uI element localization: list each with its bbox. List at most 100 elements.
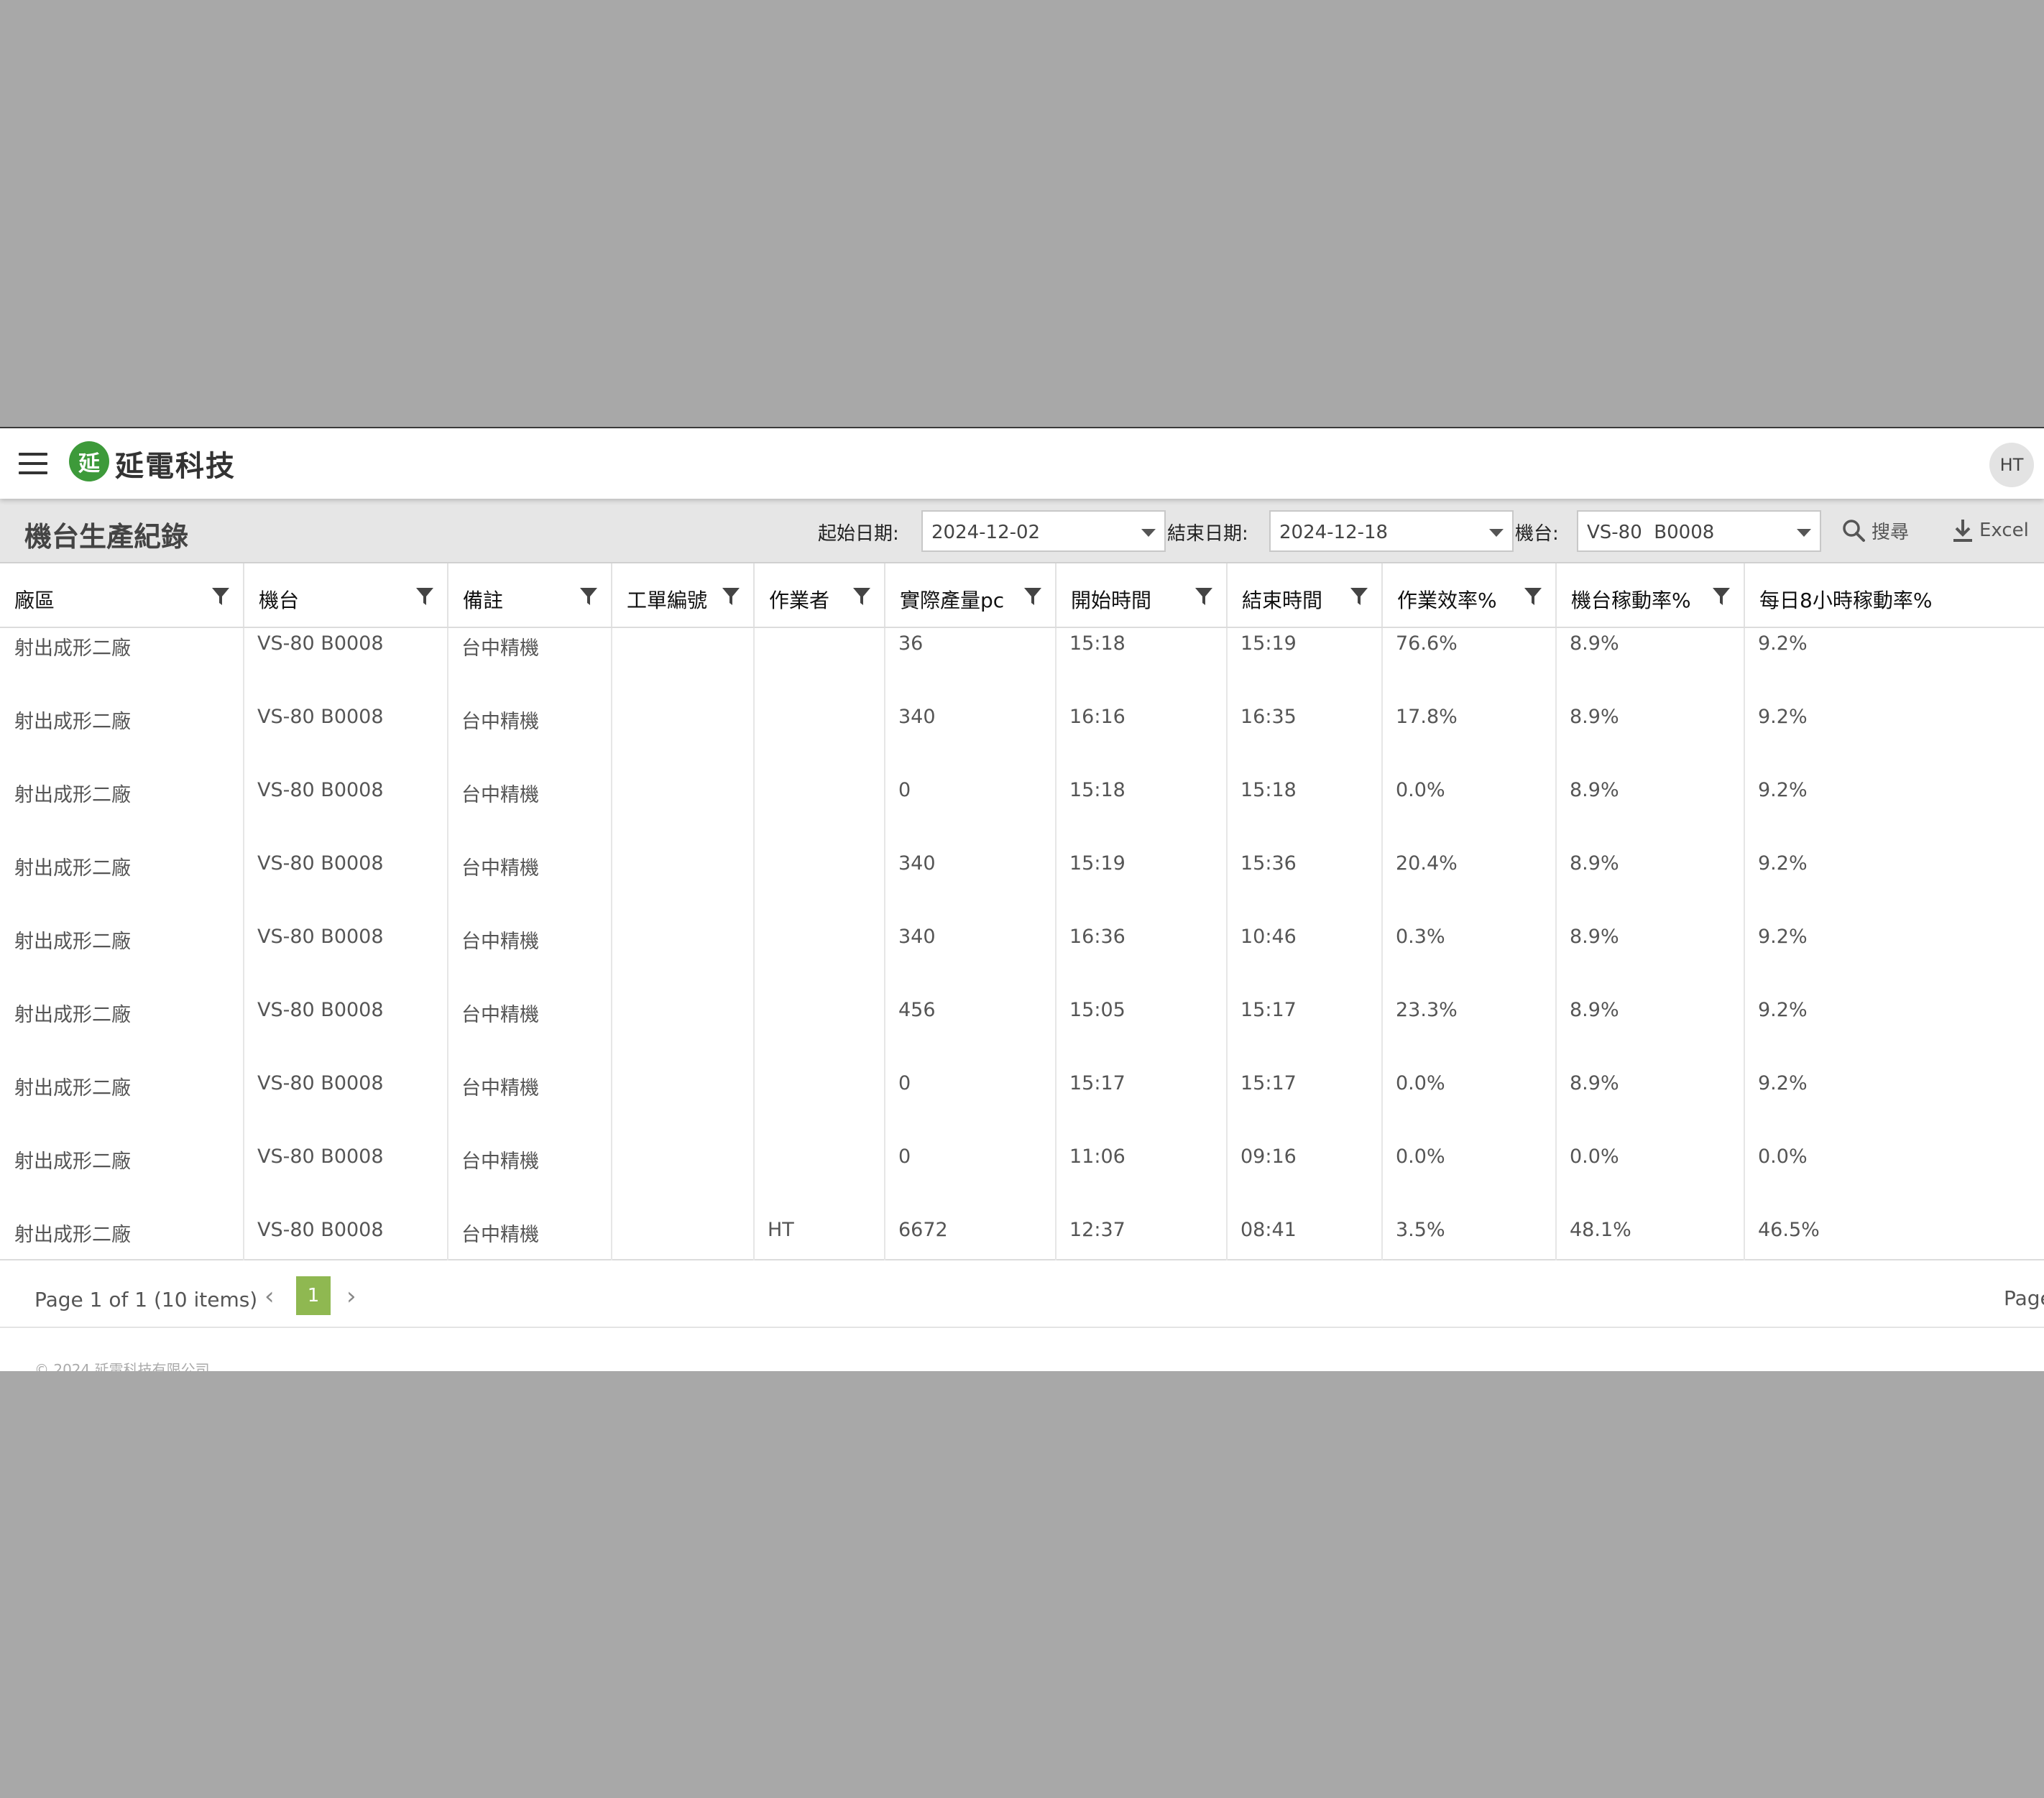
column-header[interactable]: 實際產量pc xyxy=(884,563,1055,627)
table-cell: 16:36 xyxy=(1069,926,1125,948)
search-button[interactable]: 搜尋 xyxy=(1841,516,1909,545)
table-cell: 射出成形二廠 xyxy=(14,931,131,953)
table-cell: HT xyxy=(768,1219,794,1241)
column-divider xyxy=(1226,628,1228,1260)
machine-select[interactable]: VS-80 B0008 xyxy=(1577,510,1821,552)
chevron-down-icon[interactable] xyxy=(1797,529,1811,537)
table-body: 射出成形二廠 VS-80 B0008 台中精機 36 15:18 15:19 76.6% 8.… xyxy=(0,628,2044,1260)
column-header[interactable]: 工單編號 xyxy=(611,563,753,627)
column-divider xyxy=(243,628,244,1260)
filter-icon[interactable] xyxy=(1524,586,1542,607)
column-header-label: 作業者 xyxy=(769,589,830,612)
menu-icon[interactable] xyxy=(19,453,47,474)
excel-export-button[interactable]: Excel xyxy=(1952,516,2029,545)
filter-icon[interactable] xyxy=(1712,586,1731,607)
table-row[interactable]: 射出成形二廠 VS-80 B0008 台中精機 340 15:19 15:36 20.4% 8… xyxy=(0,834,2044,907)
table-cell: 射出成形二廠 xyxy=(14,637,131,660)
column-header[interactable]: 開始時間 xyxy=(1055,563,1226,627)
start-date-input[interactable]: 2024-12-02 xyxy=(921,510,1166,552)
table-cell: 台中精機 xyxy=(461,1224,539,1246)
column-header[interactable]: 每日8小時稼動率% xyxy=(1744,563,2044,627)
table-cell: 16:16 xyxy=(1069,706,1125,728)
table-cell: 0.0% xyxy=(1396,1072,1445,1094)
table-cell: VS-80 B0008 xyxy=(257,632,384,655)
table-row[interactable]: 射出成形二廠 VS-80 B0008 台中精機 0 15:17 15:17 0.0% 8.9%… xyxy=(0,1054,2044,1127)
table-cell: 11:06 xyxy=(1069,1145,1125,1168)
start-date-label: 起始日期: xyxy=(818,523,899,545)
filter-icon[interactable] xyxy=(722,586,740,607)
table-row[interactable]: 射出成形二廠 VS-80 B0008 台中精機 340 16:36 10:46 0.3% 8.… xyxy=(0,907,2044,980)
table-cell: 0.3% xyxy=(1396,926,1445,948)
end-date-input[interactable]: 2024-12-18 xyxy=(1269,510,1514,552)
table-cell: VS-80 B0008 xyxy=(257,706,384,728)
table-row[interactable]: 射出成形二廠 VS-80 B0008 台中精機 36 15:18 15:19 76.6% 8.… xyxy=(0,628,2044,687)
table-cell: 射出成形二廠 xyxy=(14,1224,131,1246)
pager-page-1[interactable]: 1 xyxy=(296,1276,331,1315)
table-cell: 15:19 xyxy=(1069,852,1125,875)
pager-next-button[interactable]: › xyxy=(346,1282,356,1311)
column-header-label: 機台 xyxy=(259,589,300,612)
table-cell: 8.9% xyxy=(1570,779,1619,801)
column-divider xyxy=(1055,628,1056,1260)
user-avatar[interactable]: HT xyxy=(1989,443,2034,487)
end-date-value: 2024-12-18 xyxy=(1279,522,1389,543)
filter-icon[interactable] xyxy=(1350,586,1368,607)
table-cell: 0 xyxy=(898,779,911,801)
pager-info: Page 1 of 1 (10 items) xyxy=(34,1288,258,1311)
table-cell: 9.2% xyxy=(1758,706,1808,728)
table-row[interactable]: 射出成形二廠 VS-80 B0008 台中精機 0 15:18 15:18 0.0% 8.9%… xyxy=(0,760,2044,834)
table-cell: 台中精機 xyxy=(461,711,539,733)
column-header[interactable]: 廠區 xyxy=(0,563,243,627)
column-header[interactable]: 結束時間 xyxy=(1226,563,1381,627)
filter-icon[interactable] xyxy=(211,586,230,607)
filter-icon[interactable] xyxy=(852,586,871,607)
table-bottom-border xyxy=(0,1259,2044,1260)
table-cell: 340 xyxy=(898,706,936,728)
table-cell: 9.2% xyxy=(1758,926,1808,948)
table-cell: 36 xyxy=(898,632,924,655)
company-logo-icon: 延 xyxy=(69,441,109,481)
column-header[interactable]: 備註 xyxy=(447,563,611,627)
machine-label: 機台: xyxy=(1515,523,1559,545)
table-cell: 0 xyxy=(898,1072,911,1094)
column-header[interactable]: 機台稼動率% xyxy=(1555,563,1744,627)
column-header[interactable]: 作業效率% xyxy=(1381,563,1555,627)
chevron-down-icon[interactable] xyxy=(1489,529,1504,537)
filter-toolbar: 機台生產紀錄 起始日期: 2024-12-02 結束日期: 2024-12-18… xyxy=(0,499,2044,563)
table-cell: 0.0% xyxy=(1570,1145,1619,1168)
filter-icon[interactable] xyxy=(579,586,598,607)
page-title: 機台生產紀錄 xyxy=(24,521,189,553)
table-row[interactable]: 射出成形二廠 VS-80 B0008 台中精機 HT 6672 12:37 08:41 3.5… xyxy=(0,1200,2044,1260)
column-divider xyxy=(611,628,612,1260)
table-row[interactable]: 射出成形二廠 VS-80 B0008 台中精機 340 16:16 16:35 17.8% 8… xyxy=(0,687,2044,760)
table-cell: 台中精機 xyxy=(461,857,539,880)
chevron-down-icon[interactable] xyxy=(1141,529,1156,537)
table-cell: VS-80 B0008 xyxy=(257,999,384,1021)
column-header[interactable]: 作業者 xyxy=(753,563,884,627)
filter-icon[interactable] xyxy=(1194,586,1213,607)
column-header[interactable]: 機台 xyxy=(243,563,447,627)
table-cell: 0.0% xyxy=(1396,779,1445,801)
filter-icon[interactable] xyxy=(1023,586,1042,607)
table-cell: 8.9% xyxy=(1570,999,1619,1021)
table-row[interactable]: 射出成形二廠 VS-80 B0008 台中精機 456 15:05 15:17 23.3% 8… xyxy=(0,980,2044,1054)
table-cell: 16:35 xyxy=(1240,706,1297,728)
table-cell: 8.9% xyxy=(1570,852,1619,875)
column-header-label: 開始時間 xyxy=(1071,589,1152,612)
table-cell: 09:16 xyxy=(1240,1145,1297,1168)
table-cell: VS-80 B0008 xyxy=(257,779,384,801)
table-cell: 射出成形二廠 xyxy=(14,1004,131,1026)
table-cell: 0 xyxy=(898,1145,911,1168)
table-cell: 15:05 xyxy=(1069,999,1125,1021)
table-cell: VS-80 B0008 xyxy=(257,1072,384,1094)
table-row[interactable]: 射出成形二廠 VS-80 B0008 台中精機 0 11:06 09:16 0.0% 0.0%… xyxy=(0,1127,2044,1200)
company-name: 延電科技 xyxy=(115,450,236,483)
table-cell: 台中精機 xyxy=(461,637,539,660)
pager-prev-button[interactable]: ‹ xyxy=(264,1282,275,1311)
table-header: 廠區 機台 備註 工單編號 作業者 實際產量pc 開始時間 結束時間 作業效率% 機台稼動率% 每日… xyxy=(0,563,2044,628)
table-cell: VS-80 B0008 xyxy=(257,852,384,875)
footer-divider xyxy=(0,1327,2044,1328)
table-cell: 3.5% xyxy=(1396,1219,1445,1241)
column-divider xyxy=(884,628,885,1260)
filter-icon[interactable] xyxy=(415,586,434,607)
